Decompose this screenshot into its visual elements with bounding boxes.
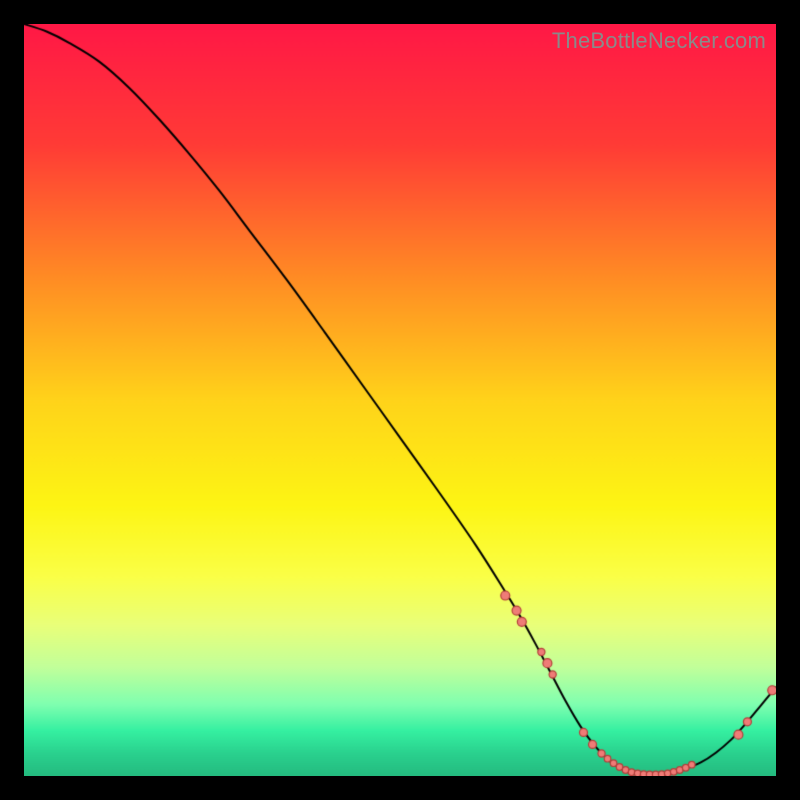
chart-stage: TheBottleNecker.com bbox=[0, 0, 800, 800]
chart-canvas bbox=[24, 24, 776, 776]
plot-area: TheBottleNecker.com bbox=[24, 24, 776, 776]
watermark-text: TheBottleNecker.com bbox=[552, 28, 766, 54]
